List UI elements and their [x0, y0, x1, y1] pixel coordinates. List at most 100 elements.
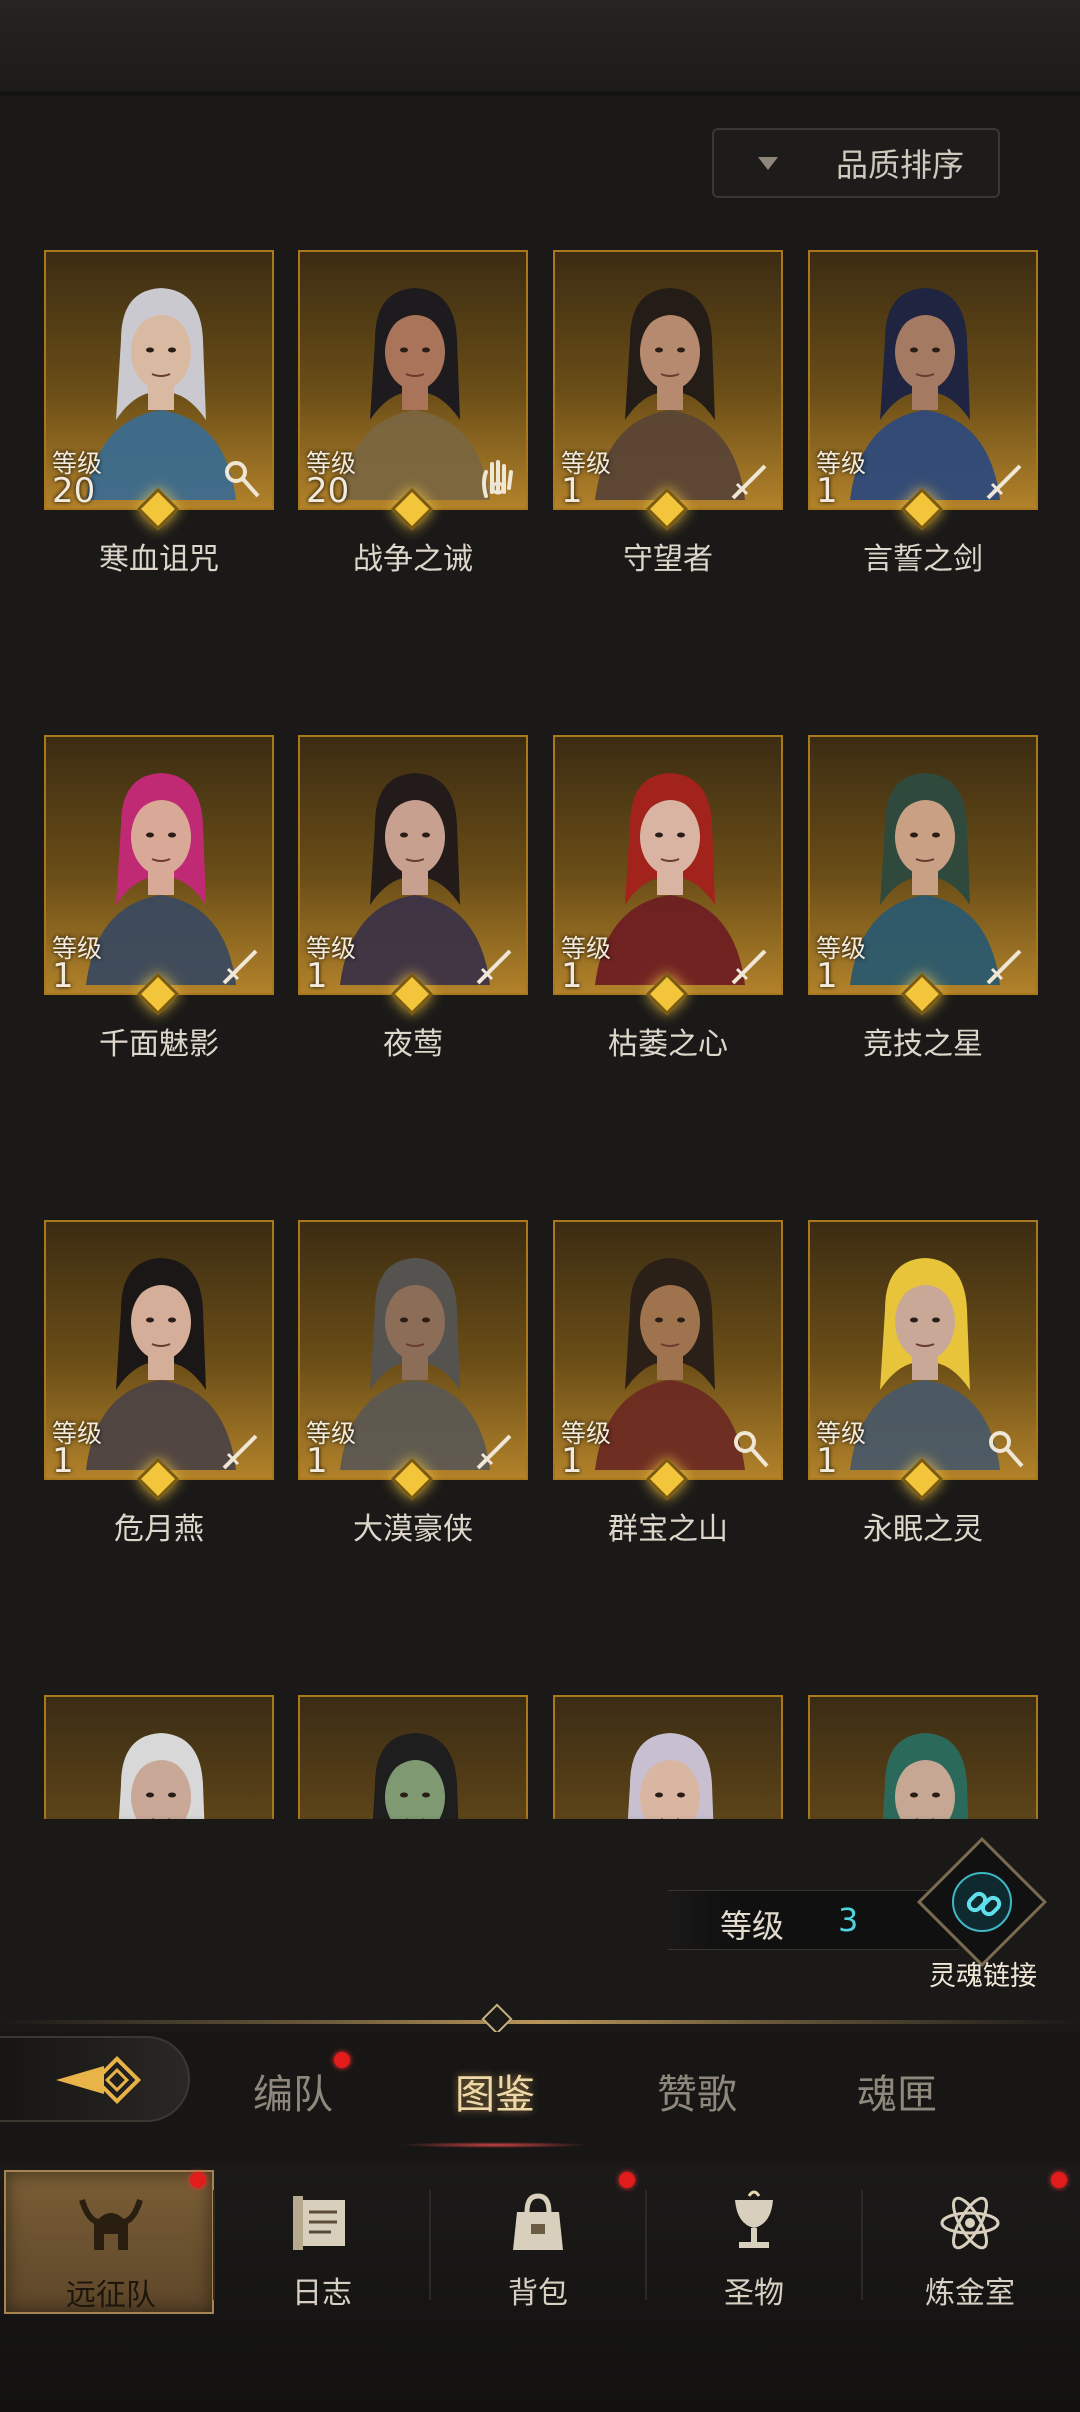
hero-frame: 等级 1	[44, 1220, 274, 1480]
hero-frame: 等级 1	[808, 735, 1038, 995]
level-value: 1	[816, 956, 838, 995]
nav-alchemy[interactable]: 炼金室	[865, 2170, 1075, 2314]
hero-name: 竞技之星	[863, 1027, 983, 1062]
hero-card[interactable]: 等级 20 寒血诅咒	[44, 250, 274, 577]
hero-card[interactable]: 等级 1 永眠之灵	[808, 1220, 1038, 1547]
notification-badge	[334, 2052, 350, 2068]
notification-badge	[190, 2172, 206, 2188]
hero-name: 枯萎之心	[608, 1027, 728, 1062]
scroll-icon	[287, 2188, 357, 2258]
level-value: 20	[306, 471, 350, 510]
hero-frame: 等级 1	[298, 735, 528, 995]
hero-name: 战争之诫	[353, 542, 473, 577]
hero-card[interactable]: 等级 1 守望者	[553, 250, 783, 577]
hero-card[interactable]: 等级 1 大漠豪侠	[298, 1220, 528, 1547]
nav-separator	[645, 2190, 647, 2300]
tab-1[interactable]: 图鉴	[420, 2062, 570, 2120]
staff-icon	[984, 1428, 1028, 1472]
hero-frame	[808, 1695, 1038, 1819]
hero-card[interactable]: 等级 1 危月燕	[44, 1220, 274, 1547]
level-value: 1	[816, 1441, 838, 1480]
hero-card[interactable]: 等级 1 枯萎之心	[553, 735, 783, 1062]
hero-name: 守望者	[623, 542, 713, 577]
tab-3[interactable]: 魂匣	[822, 2062, 972, 2120]
tab-2[interactable]: 赞歌	[622, 2062, 772, 2120]
hero-card[interactable]: 等级 1 群宝之山	[553, 1220, 783, 1547]
hero-frame: 等级 1	[298, 1220, 528, 1480]
tab-0[interactable]: 编队	[218, 2062, 368, 2120]
bag-icon	[503, 2188, 573, 2258]
top-bar	[0, 0, 1080, 98]
hero-name: 群宝之山	[608, 1512, 728, 1547]
hero-name: 大漠豪侠	[353, 1512, 473, 1547]
hero-card[interactable]	[808, 1695, 1038, 1819]
level-label: 等级	[720, 1907, 785, 1945]
chain-link-icon	[966, 1891, 1002, 1917]
back-button[interactable]	[0, 2036, 190, 2122]
level-value: 1	[561, 1441, 583, 1480]
sword-icon	[729, 458, 773, 502]
hero-name: 言誓之剑	[863, 542, 983, 577]
nav-label: 炼金室	[925, 2276, 1015, 2311]
hero-frame	[298, 1695, 528, 1819]
hero-portrait	[575, 1715, 765, 1819]
hero-card[interactable]: 等级 20 战争之诫	[298, 250, 528, 577]
level-value: 1	[561, 956, 583, 995]
nav-helmet[interactable]: 远征队	[4, 2170, 214, 2314]
hero-frame	[553, 1695, 783, 1819]
hero-card[interactable]: 等级 1 竞技之星	[808, 735, 1038, 1062]
staff-icon	[220, 458, 264, 502]
hero-card[interactable]: 等级 1 千面魅影	[44, 735, 274, 1062]
sword-icon	[984, 458, 1028, 502]
quality-sort-button[interactable]: 品质排序	[712, 128, 1000, 198]
helmet-icon	[76, 2190, 146, 2260]
sword-icon	[220, 1428, 264, 1472]
level-value: 1	[561, 471, 583, 510]
level-value: 1	[306, 956, 328, 995]
nav-scroll[interactable]: 日志	[217, 2170, 427, 2314]
arrow-left-icon	[56, 2055, 142, 2105]
sword-icon	[984, 943, 1028, 987]
hero-portrait	[320, 1715, 510, 1819]
divider-ornament	[481, 2003, 513, 2035]
hero-card[interactable]	[44, 1695, 274, 1819]
level-value: 1	[52, 956, 74, 995]
hero-card[interactable]: 等级 1 夜莺	[298, 735, 528, 1062]
level-value: 3	[838, 1901, 859, 1939]
hero-frame: 等级 1	[553, 735, 783, 995]
hero-portrait	[830, 1715, 1020, 1819]
hero-card[interactable]	[553, 1695, 783, 1819]
level-value: 1	[816, 471, 838, 510]
soul-link-button[interactable]: 灵魂链接	[908, 1836, 1058, 1992]
nav-separator	[213, 2190, 215, 2300]
hero-name: 危月燕	[114, 1512, 204, 1547]
hero-frame	[44, 1695, 274, 1819]
nav-chalice[interactable]: 圣物	[649, 2170, 859, 2314]
nav-label: 日志	[292, 2276, 352, 2311]
hero-frame: 等级 1	[808, 1220, 1038, 1480]
dropdown-arrow-icon	[758, 156, 778, 170]
palm-icon	[474, 458, 518, 502]
level-value: 1	[306, 1441, 328, 1480]
hero-frame: 等级 20	[44, 250, 274, 510]
sword-icon	[220, 943, 264, 987]
nav-bag[interactable]: 背包	[433, 2170, 643, 2314]
hero-card[interactable]: 等级 1 言誓之剑	[808, 250, 1038, 577]
sword-icon	[474, 943, 518, 987]
hero-name: 千面魅影	[99, 1027, 219, 1062]
hero-name: 寒血诅咒	[99, 542, 219, 577]
soul-link-label: 灵魂链接	[929, 1961, 1037, 1992]
hero-frame: 等级 1	[553, 250, 783, 510]
section-divider	[0, 2020, 1080, 2024]
nav-separator	[429, 2190, 431, 2300]
staff-icon	[729, 1428, 773, 1472]
sword-icon	[474, 1428, 518, 1472]
hero-card[interactable]	[298, 1695, 528, 1819]
nav-separator	[861, 2190, 863, 2300]
hero-frame: 等级 20	[298, 250, 528, 510]
hero-name: 永眠之灵	[863, 1512, 983, 1547]
chalice-icon	[719, 2188, 789, 2258]
level-value: 1	[52, 1441, 74, 1480]
level-value: 20	[52, 471, 96, 510]
alchemy-icon	[935, 2188, 1005, 2258]
